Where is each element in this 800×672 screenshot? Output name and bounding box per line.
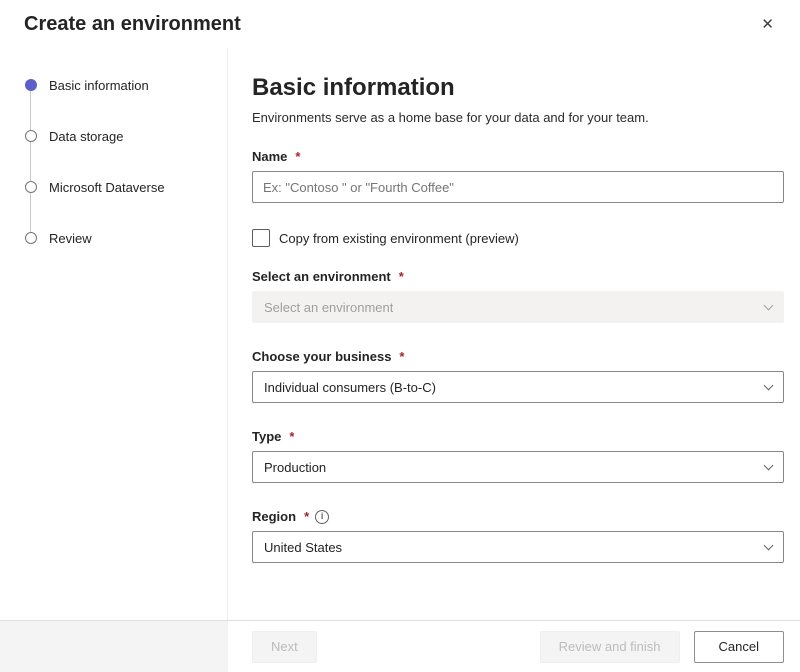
region-dropdown[interactable]: United States	[252, 531, 784, 563]
business-value: Individual consumers (B-to-C)	[264, 379, 436, 395]
copy-from-existing-checkbox[interactable]	[252, 229, 270, 247]
stepper-item-review: Review	[0, 226, 227, 250]
step-label: Microsoft Dataverse	[49, 179, 165, 195]
next-button: Next	[252, 630, 317, 663]
business-label: Choose your business	[252, 349, 392, 364]
select-environment-field-group: Select an environment * Select an enviro…	[252, 269, 784, 323]
select-environment-label: Select an environment	[252, 269, 391, 284]
basic-information-panel: Basic information Environments serve as …	[228, 48, 800, 620]
name-input[interactable]	[252, 171, 784, 203]
copy-from-existing-row: Copy from existing environment (preview)	[252, 229, 784, 247]
stepper-item-basic-information: Basic information	[0, 73, 227, 97]
select-environment-value: Select an environment	[264, 299, 394, 315]
create-environment-dialog: Create an environment ✕ Basic informatio…	[0, 0, 800, 672]
info-icon[interactable]: i	[315, 509, 330, 524]
step-label: Data storage	[49, 128, 124, 144]
required-asterisk: *	[304, 509, 310, 524]
close-icon: ✕	[761, 15, 774, 33]
footer-actions: Next Review and finish Cancel	[228, 621, 800, 672]
business-dropdown[interactable]: Individual consumers (B-to-C)	[252, 371, 784, 403]
step-label: Review	[49, 230, 92, 246]
region-value: United States	[264, 539, 343, 555]
dialog-header: Create an environment ✕	[0, 0, 800, 48]
page-description: Environments serve as a home base for yo…	[252, 110, 649, 125]
chevron-down-icon	[763, 380, 774, 390]
name-field-group: Name *	[252, 149, 784, 203]
region-field-group: Region * i United States	[252, 509, 784, 563]
step-current-dot-icon	[25, 79, 37, 91]
copy-from-existing-label: Copy from existing environment (preview)	[279, 230, 519, 246]
chevron-down-icon	[763, 300, 774, 310]
type-field-group: Type * Production	[252, 429, 784, 483]
dialog-footer: Next Review and finish Cancel	[0, 620, 800, 672]
required-asterisk: *	[289, 429, 295, 444]
type-dropdown[interactable]: Production	[252, 451, 784, 483]
dialog-body: Basic information Data storage Microsoft…	[0, 48, 800, 620]
required-asterisk: *	[398, 269, 404, 284]
review-and-finish-button: Review and finish	[539, 630, 680, 663]
step-pending-dot-icon	[25, 181, 37, 193]
step-label: Basic information	[49, 77, 149, 93]
footer-left-spacer	[0, 621, 228, 672]
region-label: Region	[252, 509, 297, 524]
close-button[interactable]: ✕	[757, 13, 778, 36]
type-label: Type	[252, 429, 282, 444]
chevron-down-icon	[763, 540, 774, 550]
stepper-connector-line	[30, 85, 31, 238]
chevron-down-icon	[763, 460, 774, 470]
required-asterisk: *	[399, 349, 405, 364]
required-asterisk: *	[295, 149, 301, 164]
step-pending-dot-icon	[25, 130, 37, 142]
select-environment-dropdown: Select an environment	[252, 291, 784, 323]
step-pending-dot-icon	[25, 232, 37, 244]
name-field-label: Name	[252, 149, 288, 164]
dialog-title: Create an environment	[24, 12, 241, 35]
stepper-item-data-storage: Data storage	[0, 124, 227, 148]
business-field-group: Choose your business * Individual consum…	[252, 349, 784, 403]
wizard-stepper: Basic information Data storage Microsoft…	[0, 48, 228, 620]
cancel-button[interactable]: Cancel	[693, 630, 784, 663]
page-title: Basic information	[252, 74, 455, 101]
stepper-item-microsoft-dataverse: Microsoft Dataverse	[0, 175, 227, 199]
type-value: Production	[264, 459, 327, 475]
